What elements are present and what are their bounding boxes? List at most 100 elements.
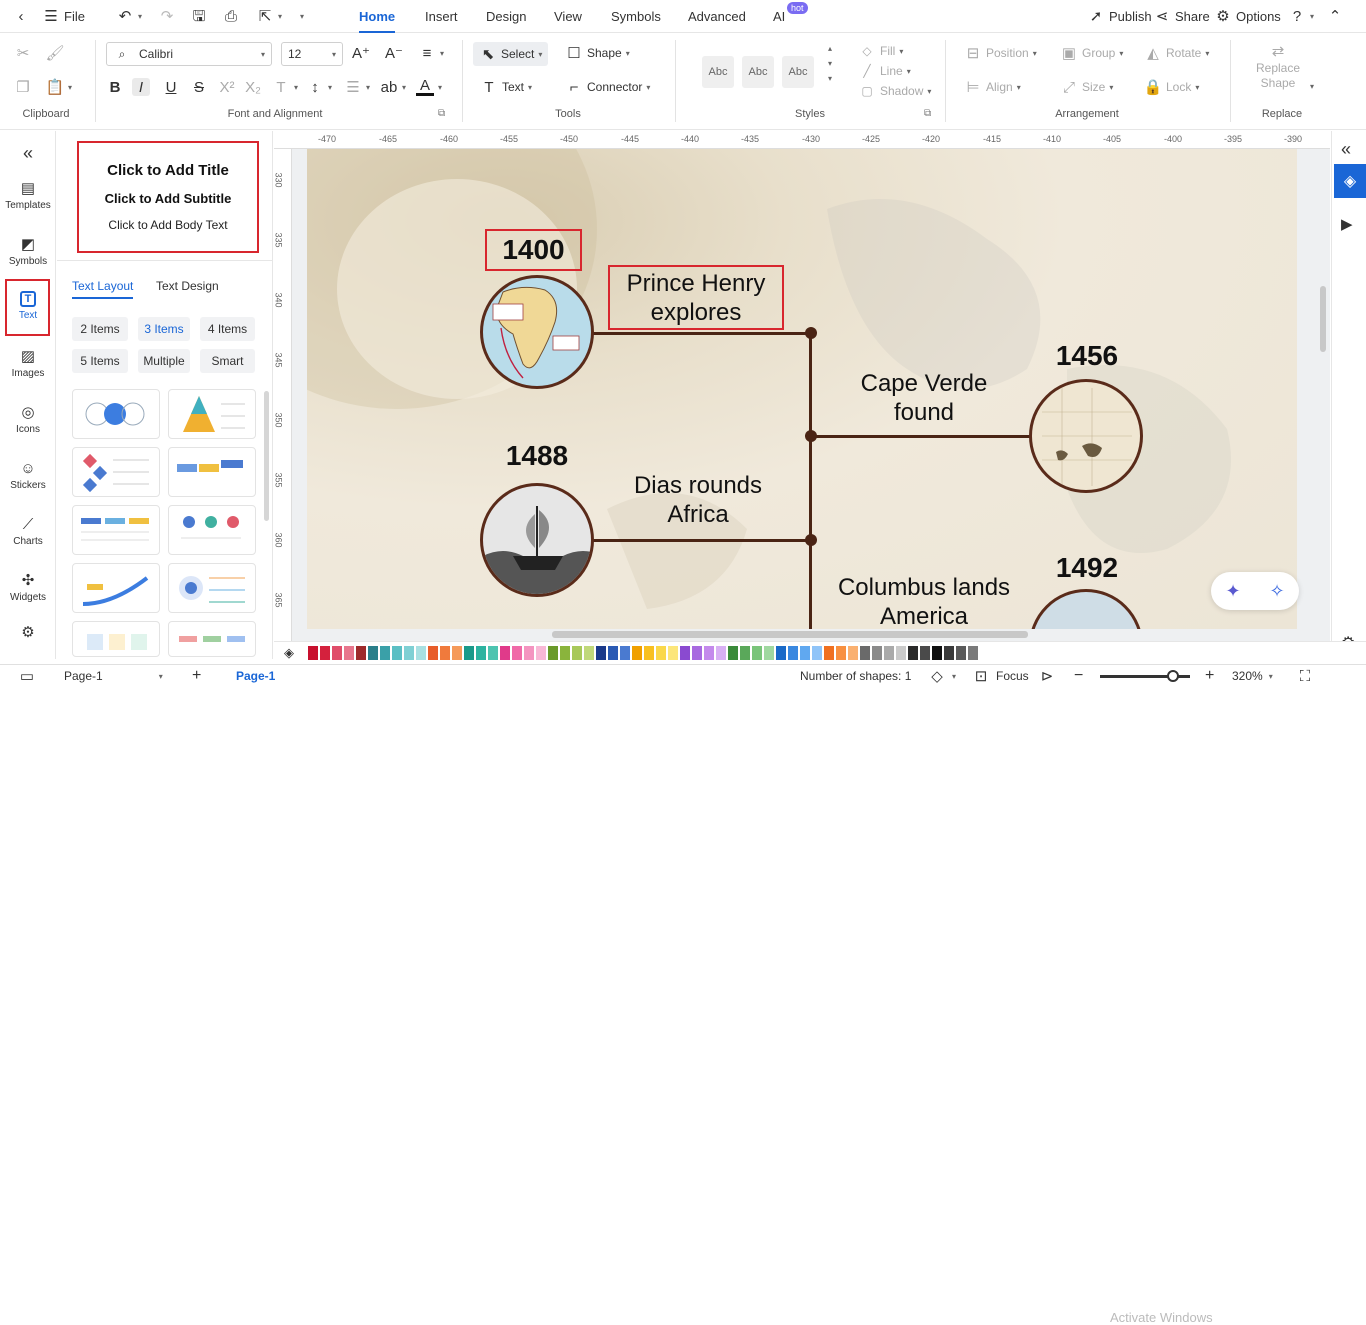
color-swatch[interactable] (452, 646, 462, 660)
fill-bucket-icon[interactable]: ◈ (284, 645, 294, 661)
chip-2-items[interactable]: 2 Items (72, 317, 128, 341)
replace-dropdown[interactable]: ▾ (1310, 82, 1314, 91)
more-quick-icon[interactable]: ▾ (300, 0, 304, 33)
year-1488-label[interactable]: 1488 (487, 441, 587, 470)
color-swatch[interactable] (848, 646, 858, 660)
color-swatch[interactable] (680, 646, 690, 660)
color-swatch[interactable] (800, 646, 810, 660)
color-swatch[interactable] (632, 646, 642, 660)
rail-widgets[interactable]: ✣ Widgets (0, 571, 56, 604)
page-select[interactable]: Page-1 ▾ (64, 665, 163, 687)
rail-templates[interactable]: ▤ Templates (0, 179, 56, 212)
color-swatch[interactable] (656, 646, 666, 660)
page-tab-1[interactable]: Page-1 (236, 665, 275, 687)
color-swatch[interactable] (968, 646, 978, 660)
color-swatch[interactable] (392, 646, 402, 660)
chip-3-items[interactable]: 3 Items (138, 317, 190, 341)
event-prince-henry[interactable]: Prince Henry explores (608, 269, 784, 327)
rail-settings[interactable]: ⚙ (0, 623, 56, 641)
replace-shape-button[interactable]: ⇄ Replace Shape (1256, 42, 1300, 91)
rail-images[interactable]: ▨ Images (0, 347, 56, 380)
increase-font-button[interactable]: A⁺ (352, 44, 370, 62)
year-1456-label[interactable]: 1456 (1037, 341, 1137, 370)
layout-thumbnail[interactable] (72, 621, 160, 657)
text-case-button[interactable]: T ▾ (272, 78, 298, 96)
lock-button[interactable]: 🔒 Lock ▾ (1144, 78, 1200, 96)
color-swatch[interactable] (728, 646, 738, 660)
tab-text-layout[interactable]: Text Layout (72, 279, 134, 299)
help-button[interactable]: ? ▾ (1288, 0, 1314, 33)
shape-tool-button[interactable]: ☐ Shape ▾ (565, 44, 629, 62)
color-swatch[interactable] (584, 646, 594, 660)
year-1492-label[interactable]: 1492 (1037, 553, 1137, 582)
share-button[interactable]: ⋖ Share (1153, 0, 1210, 33)
color-swatch[interactable] (416, 646, 426, 660)
collapse-panel-button[interactable]: « (0, 143, 56, 164)
layout-thumbnail[interactable] (72, 447, 160, 497)
layout-thumbnail[interactable] (72, 563, 160, 613)
zoom-out-button[interactable]: − (1074, 665, 1083, 687)
color-swatch[interactable] (320, 646, 330, 660)
list-button[interactable]: ☰ ▾ (344, 78, 370, 96)
text-tool-button[interactable]: T Text ▾ (480, 78, 532, 96)
color-swatch[interactable] (620, 646, 630, 660)
color-swatch[interactable] (440, 646, 450, 660)
styles-scroll[interactable]: ▴ ▾ ▾ (828, 44, 832, 83)
save-button[interactable]: 🖫 (190, 0, 208, 33)
rail-symbols[interactable]: ◩ Symbols (0, 235, 56, 268)
color-swatch[interactable] (344, 646, 354, 660)
color-swatch[interactable] (812, 646, 822, 660)
color-swatch[interactable] (896, 646, 906, 660)
ai-sparkle-icon[interactable]: ✧ (1269, 581, 1284, 602)
expand-right-panel-button[interactable]: « (1341, 139, 1351, 160)
color-swatch[interactable] (956, 646, 966, 660)
color-swatch[interactable] (860, 646, 870, 660)
export-button[interactable]: ⇱ ▾ (256, 0, 282, 33)
play-button[interactable]: ⊳ (1038, 665, 1056, 687)
color-swatch[interactable] (764, 646, 774, 660)
chip-4-items[interactable]: 4 Items (200, 317, 255, 341)
ship-engraving-image[interactable] (480, 483, 594, 597)
horizontal-scrollbar[interactable] (552, 631, 1028, 638)
italic-button[interactable]: I (132, 78, 150, 96)
layout-thumbnail[interactable] (168, 389, 256, 439)
color-swatch[interactable] (944, 646, 954, 660)
event-columbus[interactable]: Columbus lands America (817, 573, 1031, 629)
zoom-level[interactable]: 320% ▾ (1232, 665, 1273, 687)
file-menu[interactable]: ☰ File (42, 0, 85, 33)
color-swatch[interactable] (332, 646, 342, 660)
color-swatch[interactable] (692, 646, 702, 660)
copy-button[interactable]: ❐ (14, 78, 32, 96)
vertical-scrollbar[interactable] (1320, 286, 1326, 352)
undo-button[interactable]: ↶ ▾ (116, 0, 142, 33)
color-swatch[interactable] (428, 646, 438, 660)
underline-button[interactable]: U (162, 78, 180, 96)
layout-thumbnail[interactable] (72, 389, 160, 439)
zoom-slider-thumb[interactable] (1167, 670, 1179, 682)
select-tool-button[interactable]: ⬉ Select ▾ (473, 42, 549, 66)
connector-tool-button[interactable]: ⌐ Connector ▾ (565, 78, 651, 96)
color-swatch[interactable] (512, 646, 522, 660)
style-preset-1[interactable]: Abc (702, 56, 734, 88)
font-dialog-launcher[interactable]: ⧉ (438, 108, 445, 119)
color-swatch[interactable] (872, 646, 882, 660)
color-swatch[interactable] (788, 646, 798, 660)
color-swatch[interactable] (752, 646, 762, 660)
color-swatch[interactable] (308, 646, 318, 660)
add-page-button[interactable]: + (192, 665, 201, 687)
position-button[interactable]: ⊟ Position ▾ (964, 44, 1037, 62)
africa-map-image[interactable] (480, 275, 594, 389)
rail-stickers[interactable]: ☺ Stickers (0, 459, 56, 492)
color-swatch[interactable] (500, 646, 510, 660)
color-swatch[interactable] (740, 646, 750, 660)
tab-insert[interactable]: Insert (425, 0, 458, 33)
color-swatch[interactable] (596, 646, 606, 660)
style-preset-3[interactable]: Abc (782, 56, 814, 88)
layout-thumbnail[interactable] (72, 505, 160, 555)
zoom-in-button[interactable]: + (1205, 665, 1214, 687)
subscript-button[interactable]: X₂ (244, 78, 262, 96)
color-swatch[interactable] (836, 646, 846, 660)
color-swatch[interactable] (644, 646, 654, 660)
rail-charts[interactable]: ⟋ Charts (0, 515, 56, 548)
color-swatch[interactable] (464, 646, 474, 660)
